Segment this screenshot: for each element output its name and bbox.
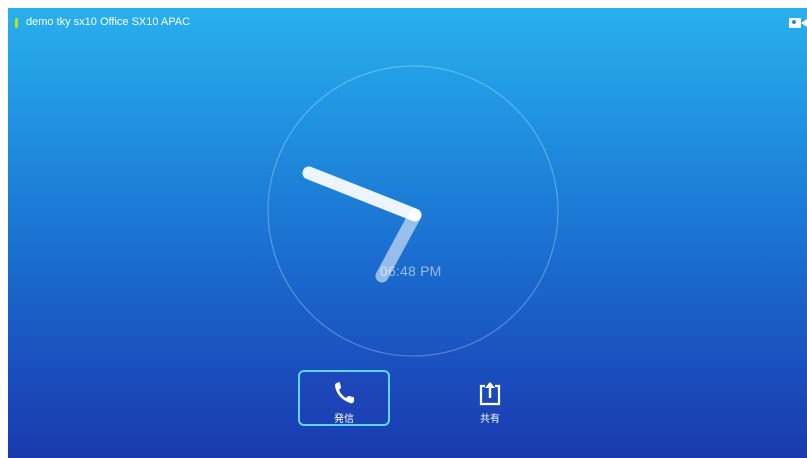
status-indicator [15,18,18,28]
call-label: 発信 [334,414,354,425]
share-button[interactable]: 共有 [444,370,536,426]
camera-icon[interactable] [789,17,807,29]
analog-clock [267,65,559,357]
clock-center [409,209,421,221]
clock-hour-hand [302,166,422,222]
call-button[interactable]: 発信 [298,370,390,426]
share-label: 共有 [480,414,500,425]
phone-icon [335,382,354,404]
top-bar: demo tky sx10 Office SX10 APAC [8,8,807,40]
share-upload-icon [479,382,501,406]
device-name: demo tky sx10 Office SX10 APAC [26,16,191,28]
home-screen: demo tky sx10 Office SX10 APAC 06:48 PM … [8,8,807,458]
digital-time: 06:48 PM [380,263,442,279]
